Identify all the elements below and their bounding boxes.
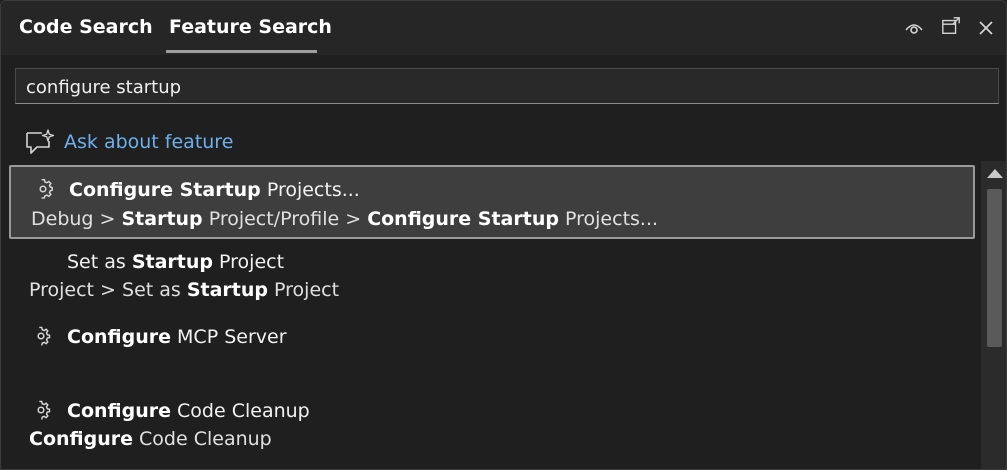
scroll-up-arrow-icon[interactable]: [987, 169, 1003, 178]
gear-icon: [39, 179, 53, 199]
scrollbar-thumb[interactable]: [987, 189, 1002, 347]
result-title: Set as Startup Project: [67, 251, 285, 273]
tab-code-search[interactable]: Code Search: [19, 16, 153, 38]
result-path: Project > Set as Startup Project: [29, 279, 340, 301]
chat-sparkle-icon: [26, 129, 55, 154]
ask-about-feature-link[interactable]: Ask about feature: [64, 131, 233, 153]
gear-icon: [37, 400, 51, 420]
search-input[interactable]: [26, 75, 966, 99]
result-path: Debug > Startup Project/Profile > Config…: [31, 208, 659, 230]
result-title: Configure Startup Projects...: [69, 179, 360, 201]
tab-header: Code Search Feature Search: [1, 1, 1006, 55]
feature-search-window: Code Search Feature Search Ask about fea…: [0, 0, 1007, 470]
results-list: Configure Startup Projects... Debug > St…: [1, 161, 981, 469]
active-tab-indicator: [166, 50, 317, 53]
search-box[interactable]: [15, 68, 999, 104]
popout-icon[interactable]: [941, 16, 961, 36]
close-icon[interactable]: [976, 18, 996, 38]
gear-icon: [37, 326, 51, 346]
list-item[interactable]: Configure Code Cleanup Configure Code Cl…: [9, 389, 975, 463]
list-item[interactable]: Configure Startup Projects... Debug > St…: [9, 165, 975, 239]
list-item[interactable]: Configure MCP Server: [9, 314, 975, 386]
result-path: Configure Code Cleanup: [29, 428, 272, 450]
result-title: Configure MCP Server: [67, 326, 287, 348]
tab-feature-search[interactable]: Feature Search: [169, 16, 332, 38]
list-item[interactable]: Set as Startup Project Project > Set as …: [9, 241, 975, 311]
result-title: Configure Code Cleanup: [67, 400, 310, 422]
results-scrollbar[interactable]: [981, 161, 1006, 469]
eye-icon[interactable]: [904, 18, 924, 38]
